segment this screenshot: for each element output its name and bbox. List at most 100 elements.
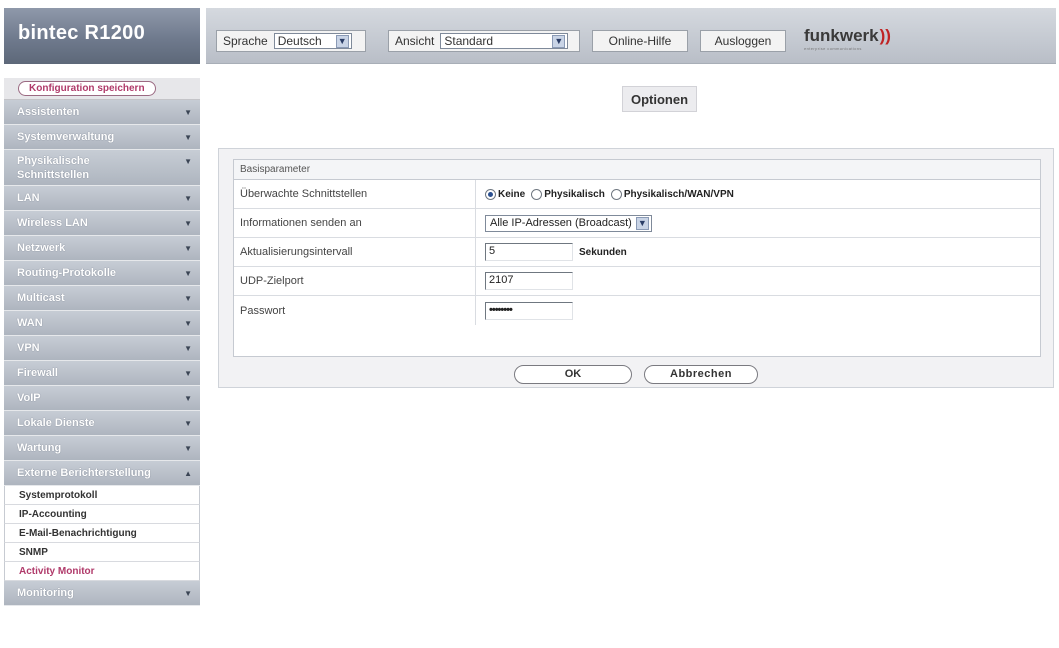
form-row-password: Passwort ••••••••	[234, 296, 1040, 325]
logout-button[interactable]: Ausloggen	[700, 30, 786, 52]
sidebar-item-firewall[interactable]: Firewall ▼	[4, 361, 200, 386]
caret-down-icon: ▼	[184, 193, 192, 203]
chevron-down-icon: ▼	[335, 34, 349, 48]
radio-label: Physikalisch/WAN/VPN	[623, 188, 734, 200]
save-config-button[interactable]: Konfiguration speichern	[18, 81, 156, 96]
form-row-update-interval: Aktualisierungsintervall 5 Sekunden	[234, 238, 1040, 267]
tab-options[interactable]: Optionen	[622, 86, 698, 112]
caret-down-icon: ▼	[184, 393, 192, 403]
sidebar-item-wan[interactable]: WAN ▼	[4, 311, 200, 336]
radio-option-physical[interactable]: Physikalisch	[531, 188, 605, 200]
sidebar-item-label: Firewall	[17, 367, 58, 379]
language-select[interactable]: Deutsch ▼	[273, 33, 352, 49]
sidebar-item-label: Physikalische Schnittstellen	[17, 155, 90, 181]
basic-parameters-form: Basisparameter Überwachte Schnittstellen…	[233, 159, 1041, 357]
sidebar-item-local-services[interactable]: Lokale Dienste ▼	[4, 411, 200, 436]
sidebar-item-label: Lokale Dienste	[17, 417, 95, 429]
sidebar-item-label: Netzwerk	[17, 242, 66, 254]
sidebar-item-label: Externe Berichterstellung	[17, 467, 151, 479]
wave-icon: ))	[879, 26, 891, 45]
options-panel: Basisparameter Überwachte Schnittstellen…	[218, 148, 1054, 388]
sidebar-item-label: Routing-Protokolle	[17, 267, 116, 279]
sidebar-item-label: LAN	[17, 192, 40, 204]
sidebar-item-multicast[interactable]: Multicast ▼	[4, 286, 200, 311]
sidebar-subitem-syslog[interactable]: Systemprotokoll	[4, 486, 200, 505]
send-info-to-select[interactable]: Alle IP-Adressen (Broadcast) ▼	[485, 214, 652, 232]
sidebar-subitem-label: Activity Monitor	[19, 565, 95, 577]
cancel-button[interactable]: Abbrechen	[644, 364, 758, 384]
sidebar-subitem-label: IP-Accounting	[19, 508, 87, 520]
form-row-send-info-to: Informationen senden an Alle IP-Adressen…	[234, 209, 1040, 238]
sidebar-item-label: Wireless LAN	[17, 217, 88, 229]
save-config-container: Konfiguration speichern	[4, 78, 200, 100]
sidebar-item-voip[interactable]: VoIP ▼	[4, 386, 200, 411]
sidebar-item-external-reporting[interactable]: Externe Berichterstellung ▲	[4, 461, 200, 486]
radio-option-physical-wan-vpn[interactable]: Physikalisch/WAN/VPN	[610, 188, 734, 200]
sidebar-item-monitoring[interactable]: Monitoring ▼	[4, 581, 200, 606]
sidebar-item-label: VoIP	[17, 392, 41, 404]
caret-down-icon: ▼	[184, 132, 192, 142]
udp-port-input[interactable]: 2107	[485, 272, 573, 290]
logout-label: Ausloggen	[714, 34, 772, 48]
sidebar-subitem-email-notification[interactable]: E-Mail-Benachrichtigung	[4, 524, 200, 543]
online-help-label: Online-Hilfe	[608, 34, 672, 48]
sidebar-item-vpn[interactable]: VPN ▼	[4, 336, 200, 361]
sidebar-item-label: Monitoring	[17, 587, 74, 599]
sidebar-subitem-label: E-Mail-Benachrichtigung	[19, 527, 137, 539]
caret-up-icon: ▲	[184, 468, 192, 478]
radio-button[interactable]	[531, 188, 543, 200]
chevron-down-icon: ▼	[552, 34, 566, 48]
chevron-down-icon: ▼	[635, 216, 649, 230]
sidebar-item-assistants[interactable]: Assistenten ▼	[4, 100, 200, 125]
select-value: Alle IP-Adressen (Broadcast)	[490, 217, 632, 229]
caret-down-icon: ▼	[184, 218, 192, 228]
sidebar-item-label: Systemverwaltung	[17, 131, 115, 143]
form-row-udp-port: UDP-Zielport 2107	[234, 267, 1040, 296]
top-toolbar: Sprache Deutsch ▼ Ansicht Standard ▼ Onl…	[206, 8, 1056, 64]
caret-down-icon: ▼	[184, 368, 192, 378]
caret-down-icon: ▼	[184, 107, 192, 117]
caret-down-icon: ▼	[184, 293, 192, 303]
radio-option-none[interactable]: Keine	[485, 188, 525, 200]
monitored-interfaces-radio-group: Keine Physikalisch Physikalisch/WAN/VPN	[476, 180, 1040, 208]
radio-button[interactable]	[610, 188, 622, 200]
password-input[interactable]: ••••••••	[485, 301, 573, 320]
caret-down-icon: ▼	[184, 157, 192, 166]
sidebar-subitem-ip-accounting[interactable]: IP-Accounting	[4, 505, 200, 524]
funkwerk-logo: funkwerk)) enterprise communications	[804, 26, 891, 51]
sidebar-item-lan[interactable]: LAN ▼	[4, 186, 200, 211]
caret-down-icon: ▼	[184, 418, 192, 428]
radio-button-checked[interactable]	[485, 188, 496, 200]
language-value: Deutsch	[277, 34, 322, 48]
language-label: Sprache	[223, 34, 268, 48]
radio-label: Physikalisch	[544, 188, 605, 200]
sidebar-item-network[interactable]: Netzwerk ▼	[4, 236, 200, 261]
field-label: Informationen senden an	[234, 209, 476, 237]
sidebar: Konfiguration speichern Assistenten ▼ Sys…	[4, 78, 200, 606]
view-select[interactable]: Standard ▼	[440, 33, 569, 49]
caret-down-icon: ▼	[184, 318, 192, 328]
caret-down-icon: ▼	[184, 268, 192, 278]
sidebar-item-wireless-lan[interactable]: Wireless LAN ▼	[4, 211, 200, 236]
field-label: Passwort	[234, 296, 476, 325]
sidebar-item-maintenance[interactable]: Wartung ▼	[4, 436, 200, 461]
sidebar-subitem-activity-monitor[interactable]: Activity Monitor	[4, 562, 200, 581]
caret-down-icon: ▼	[184, 443, 192, 453]
sidebar-subitem-snmp[interactable]: SNMP	[4, 543, 200, 562]
caret-down-icon: ▼	[184, 588, 192, 598]
sidebar-item-physical-interfaces[interactable]: Physikalische Schnittstellen ▼	[4, 150, 200, 186]
ok-button[interactable]: OK	[514, 364, 632, 384]
sidebar-item-label: Assistenten	[17, 106, 80, 118]
sidebar-subitem-label: Systemprotokoll	[19, 489, 98, 501]
sidebar-item-routing[interactable]: Routing-Protokolle ▼	[4, 261, 200, 286]
sidebar-item-system[interactable]: Systemverwaltung ▼	[4, 125, 200, 150]
language-selector: Sprache Deutsch ▼	[216, 30, 366, 52]
unit-label: Sekunden	[579, 246, 627, 258]
online-help-button[interactable]: Online-Hilfe	[592, 30, 688, 52]
sidebar-item-label: Multicast	[17, 292, 65, 304]
view-label: Ansicht	[395, 34, 435, 48]
sidebar-item-label: WAN	[17, 317, 43, 329]
button-bar: OK Abbrechen	[219, 361, 1053, 387]
update-interval-input[interactable]: 5	[485, 243, 573, 261]
field-label: Aktualisierungsintervall	[234, 238, 476, 266]
